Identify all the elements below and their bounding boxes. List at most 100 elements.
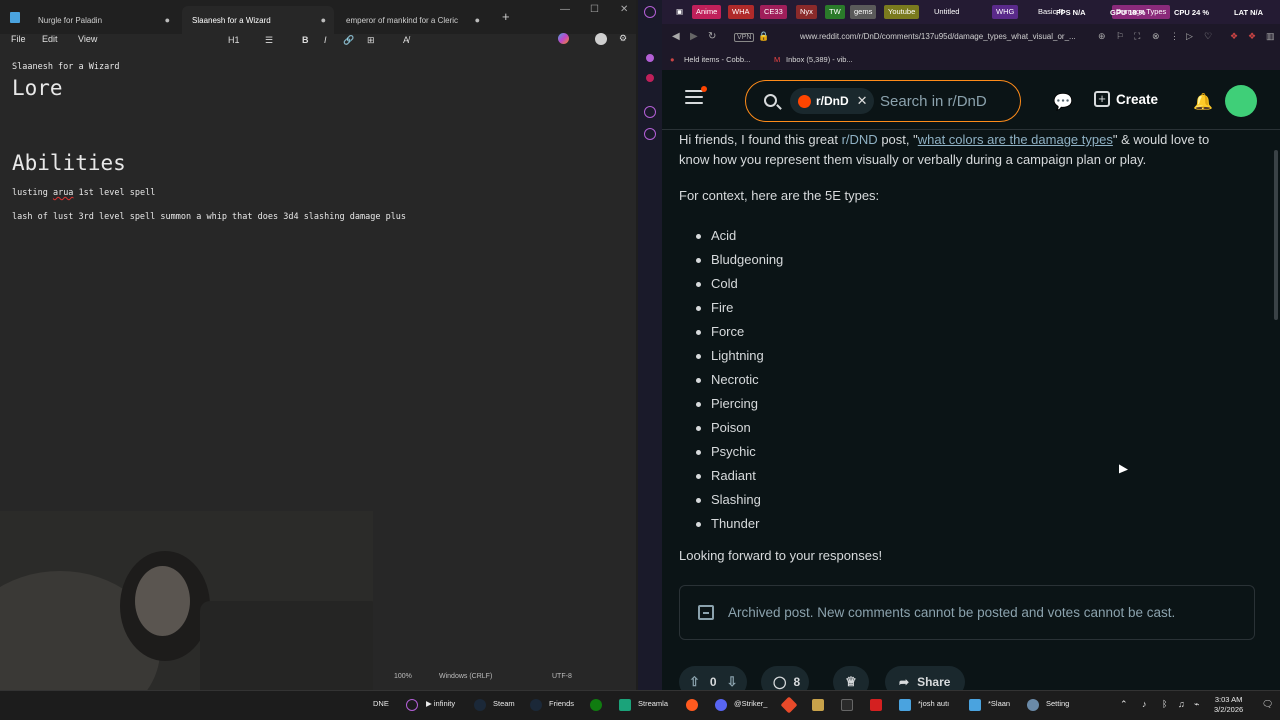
upvote-icon[interactable]: ⇧ [689, 674, 700, 690]
bookmark-inbox[interactable]: Inbox (5,389) - vib... [786, 55, 853, 64]
lock-icon[interactable]: 🔒 [758, 31, 769, 42]
list-icon[interactable]: ☰ [265, 35, 273, 46]
bookmark-wha[interactable]: WHA [728, 5, 754, 19]
app-icon[interactable] [780, 696, 798, 714]
snapshot-icon[interactable]: ⛶ [1134, 31, 1140, 42]
steam-friends-icon[interactable] [530, 699, 542, 711]
play-icon[interactable]: ▷ [1186, 31, 1193, 42]
unsaved-dot-icon[interactable]: ● [475, 15, 480, 25]
taskbar-item-infinity[interactable]: ▶ infinity [426, 699, 455, 708]
bell-icon[interactable]: 🔔 [1193, 92, 1213, 112]
taskbar-item-notepad-slaan[interactable]: *Slaan [988, 699, 1010, 708]
subreddit-link[interactable]: r/DND [842, 132, 878, 147]
unsaved-dot-icon[interactable]: ● [165, 15, 170, 25]
taskbar-item-friends[interactable]: Friends [549, 699, 574, 708]
heart-icon[interactable]: ♡ [1204, 31, 1212, 42]
taskbar-item-steam[interactable]: Steam [493, 699, 515, 708]
sidebar-app-icon[interactable] [646, 74, 654, 82]
bookmark-nyx[interactable]: Nyx [796, 5, 817, 19]
bookmark-youtube[interactable]: Youtube [884, 5, 920, 19]
opera-icon[interactable] [406, 699, 418, 711]
extension-icon[interactable]: ❖ [1230, 31, 1238, 42]
app-icon[interactable] [686, 699, 698, 711]
close-icon[interactable]: ✕ [620, 4, 628, 15]
streamlabs-icon[interactable] [619, 699, 631, 711]
tab-icon[interactable]: ▣ [672, 5, 687, 19]
taskbar-item-settings[interactable]: Setting [1046, 699, 1069, 708]
bookmark-anime[interactable]: Anime [692, 5, 722, 19]
bookmark-untitled[interactable]: Untitled [930, 5, 963, 19]
new-tab-button[interactable]: + [502, 9, 510, 24]
close-icon[interactable]: ✕ [857, 93, 868, 109]
encoding[interactable]: UTF-8 [552, 673, 572, 680]
copilot-icon[interactable] [558, 33, 569, 44]
taskbar-item-dnd[interactable]: DNE [373, 699, 389, 708]
taskbar-item-notepad-josh[interactable]: *josh autı [918, 699, 949, 708]
hamburger-menu-icon[interactable] [685, 86, 707, 104]
community-chip[interactable]: r/DnD ✕ [790, 88, 874, 114]
vpn-badge[interactable]: VPN [734, 33, 755, 42]
unsaved-dot-icon[interactable]: ● [321, 15, 326, 25]
steam-icon[interactable] [474, 699, 486, 711]
mic-icon[interactable]: ♪ [1142, 699, 1147, 709]
forward-icon[interactable]: ▶ [690, 31, 698, 42]
bookmark-whg[interactable]: WHG [992, 5, 1019, 19]
tab-emperor[interactable]: emperor of mankind for a Cleric ● [336, 6, 488, 34]
bookmark-ce33[interactable]: CE33 [760, 5, 787, 19]
link-icon[interactable]: 🔗 [343, 35, 354, 46]
clock[interactable]: 3:03 AM 3/2/2026 [1214, 695, 1243, 715]
heading-dropdown[interactable]: H1 [228, 35, 240, 45]
settings-gear-icon[interactable] [1027, 699, 1039, 711]
downvote-icon[interactable]: ⇩ [727, 674, 738, 690]
bookmark-gems[interactable]: gems [850, 5, 877, 19]
avatar[interactable] [1225, 85, 1257, 117]
tab-slaanesh[interactable]: Slaanesh for a Wizard ● [182, 6, 334, 34]
menu-view[interactable]: View [78, 34, 97, 44]
taskbar-item-discord[interactable]: @Striker_ [734, 699, 767, 708]
sidebar-app-icon[interactable] [644, 128, 656, 140]
notepad-icon[interactable] [969, 699, 981, 711]
app-icon[interactable] [870, 699, 882, 711]
create-button[interactable]: Create [1116, 92, 1158, 107]
bookmark-icon[interactable]: ⚐ [1116, 31, 1124, 42]
network-icon[interactable]: ⌁ [1194, 699, 1199, 710]
chat-icon[interactable]: 💬 [1053, 92, 1073, 112]
bold-button[interactable]: B [302, 35, 309, 45]
create-plus-icon[interactable]: + [1094, 91, 1110, 107]
menu-file[interactable]: File [11, 34, 26, 44]
tab-nurgle[interactable]: Nurgle for Paladin ● [28, 6, 178, 34]
table-icon[interactable]: ⊞ [367, 35, 375, 46]
zoom-icon[interactable]: ⊕ [1098, 31, 1106, 42]
minimize-icon[interactable]: — [560, 4, 570, 15]
zoom-level[interactable]: 100% [394, 673, 412, 680]
scrollbar[interactable] [1274, 150, 1278, 320]
search-bar[interactable]: r/DnD ✕ Search in r/DnD [745, 80, 1021, 122]
menu-edit[interactable]: Edit [42, 34, 58, 44]
reload-icon[interactable]: ↻ [708, 31, 716, 42]
taskbar-item-streamlabs[interactable]: Streamla [638, 699, 668, 708]
account-icon[interactable] [595, 33, 607, 45]
bookmark-tw[interactable]: TW [825, 5, 845, 19]
sidebar-app-icon[interactable] [646, 54, 654, 62]
xbox-icon[interactable] [590, 699, 602, 711]
misspelled-word[interactable]: arua [53, 188, 73, 198]
clear-format-icon[interactable]: A̸ [403, 35, 409, 45]
menu-icon[interactable]: ⋮ [1170, 31, 1179, 42]
bluetooth-icon[interactable]: ᛒ [1162, 699, 1167, 709]
maximize-icon[interactable]: ☐ [590, 4, 599, 15]
volume-icon[interactable]: ♫ [1178, 699, 1185, 709]
search-placeholder[interactable]: Search in r/DnD [880, 93, 987, 110]
extension-icon[interactable]: ⊗ [1152, 31, 1160, 42]
app-icon[interactable] [812, 699, 824, 711]
notifications-icon[interactable]: 🗨 [1262, 699, 1273, 710]
url-field[interactable]: www.reddit.com/r/DnD/comments/137u95d/da… [800, 32, 1076, 41]
sidebar-app-icon[interactable] [644, 106, 656, 118]
chevron-up-icon[interactable]: ⌃ [1120, 699, 1128, 710]
discord-icon[interactable] [715, 699, 727, 711]
opera-logo-icon[interactable] [644, 6, 656, 18]
notepad-icon[interactable] [899, 699, 911, 711]
extension-icon[interactable]: ❖ [1248, 31, 1256, 42]
settings-gear-icon[interactable]: ⚙ [619, 33, 627, 44]
back-icon[interactable]: ◀ [672, 31, 680, 42]
app-icon[interactable] [841, 699, 853, 711]
